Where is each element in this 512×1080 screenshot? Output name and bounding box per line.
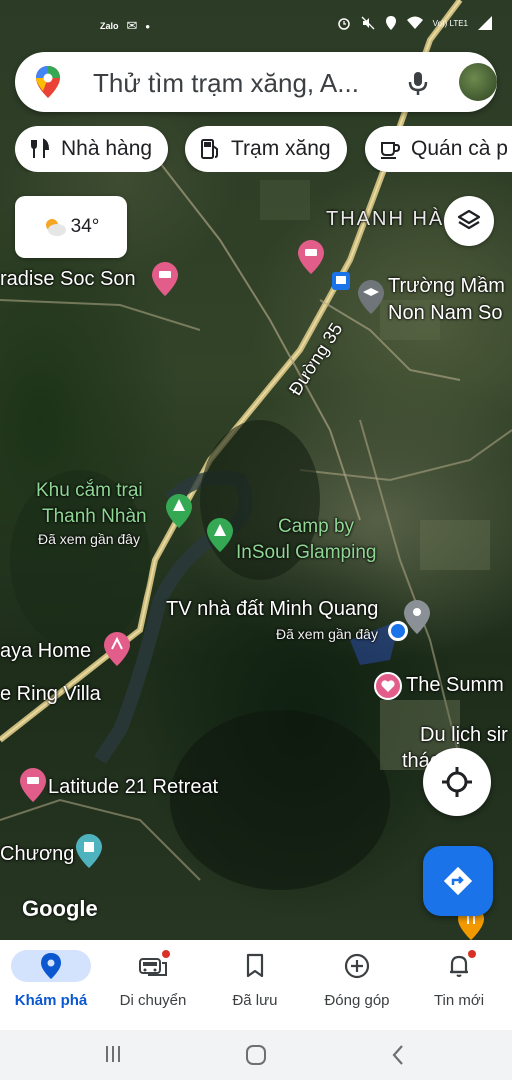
tab-updates[interactable]: Tin mới [408, 940, 510, 1030]
alarm-icon [337, 18, 350, 30]
avatar[interactable] [459, 63, 497, 101]
zalo-icon: Zalo [100, 21, 119, 31]
map-label-thanh-ha[interactable]: THANH HÀ [326, 208, 444, 231]
notification-badge [162, 950, 170, 958]
crosshair-icon [442, 767, 472, 797]
weather-temp: 34° [70, 216, 100, 237]
map-label-recently-viewed-tv: Đã xem gần đây [276, 626, 378, 642]
bus-stop-icon[interactable] [332, 272, 350, 290]
layers-icon [457, 209, 481, 230]
search-bar[interactable]: Thử tìm trạm xăng, A... [15, 52, 497, 112]
map-label-chuong[interactable]: Chương [0, 843, 74, 866]
explore-pin-icon [11, 950, 91, 982]
hotel-marker-icon[interactable] [20, 768, 46, 802]
gas-station-icon [201, 139, 218, 159]
messenger-icon: ✉ [126, 18, 138, 33]
map-label-camp-by[interactable]: Camp by [278, 516, 354, 538]
tab-commute[interactable]: Di chuyển [102, 940, 204, 1030]
signal-icon [478, 16, 492, 30]
location-icon [385, 16, 396, 30]
partly-cloudy-icon [45, 219, 66, 236]
tab-saved[interactable]: Đã lưu [204, 940, 306, 1030]
map-label-the-summit[interactable]: The Summ [406, 674, 504, 697]
map-label-tv-nha-dat-minh-quang[interactable]: TV nhà đất Minh Quang [166, 598, 378, 621]
chip-label: Trạm xăng [231, 137, 331, 160]
hospital-marker-icon[interactable] [76, 834, 102, 868]
chip-coffee[interactable]: Quán cà p [365, 126, 512, 172]
heart-marker-icon[interactable] [374, 672, 402, 700]
commute-car-icon [128, 950, 178, 982]
network-label: Vo)) LTE1 [432, 18, 468, 28]
recent-apps-icon[interactable] [104, 1044, 122, 1064]
tab-label: Khám phá [14, 992, 88, 1009]
add-circle-icon [332, 950, 382, 982]
directions-button[interactable] [423, 846, 493, 916]
google-logo: Google [22, 896, 98, 921]
wifi-icon [406, 16, 423, 29]
fork-knife-icon [31, 138, 50, 158]
map-label-khu-cam-trai[interactable]: Khu cắm trại [36, 480, 143, 502]
back-icon[interactable] [390, 1044, 406, 1066]
campground-marker-icon[interactable] [166, 494, 192, 528]
google-maps-pin-icon [36, 66, 60, 98]
notification-badge [468, 950, 476, 958]
weather-badge[interactable]: 34° [15, 196, 127, 258]
tab-explore[interactable]: Khám phá [0, 940, 102, 1030]
system-navigation-bar [0, 1030, 512, 1080]
coffee-cup-icon [381, 142, 401, 159]
tab-label: Đóng góp [324, 992, 390, 1009]
map-label-insoul-glamping[interactable]: InSoul Glamping [236, 542, 376, 564]
tab-label: Tin mới [433, 992, 485, 1009]
map-label-du-lich-sinh-thai[interactable]: Du lịch sir [420, 724, 508, 747]
chip-restaurants[interactable]: Nhà hàng [15, 126, 169, 172]
campground-marker-icon[interactable] [207, 518, 233, 552]
map-label-latitude-21-retreat[interactable]: Latitude 21 Retreat [48, 776, 218, 799]
map-label-truong-mam-non[interactable]: Trường Mầm [388, 275, 505, 298]
layers-button[interactable] [444, 196, 494, 246]
map-label-aya-home[interactable]: aya Home [0, 640, 91, 663]
school-marker-icon[interactable] [358, 280, 384, 314]
hotel-marker-icon[interactable] [298, 240, 324, 274]
map-label-thanh-nhan[interactable]: Thanh Nhàn [42, 506, 147, 528]
map-label-recently-viewed-camp: Đã xem gần đây [38, 531, 140, 547]
my-location-button[interactable] [423, 748, 491, 816]
map-label-paradise-soc-son[interactable]: radise Soc Son [0, 268, 136, 291]
tab-label: Di chuyển [119, 992, 187, 1009]
microphone-icon[interactable] [403, 68, 433, 98]
bookmark-icon [230, 950, 280, 982]
category-chips: Nhà hàng Trạm xăng Quán cà p [15, 126, 512, 172]
chip-gas-stations[interactable]: Trạm xăng [185, 126, 347, 172]
status-bar: Zalo ✉ • Vo)) LTE1 [0, 0, 512, 48]
home-icon[interactable] [245, 1044, 267, 1066]
map-label-ring-villa[interactable]: e Ring Villa [0, 683, 101, 706]
tab-label: Đã lưu [232, 992, 278, 1009]
map-label-non-nam-son[interactable]: Non Nam So [388, 302, 503, 325]
hotel-marker-icon[interactable] [152, 262, 178, 296]
bell-icon [434, 950, 484, 982]
chip-label: Quán cà p [411, 137, 508, 160]
chip-label: Nhà hàng [61, 137, 153, 160]
mute-icon [361, 16, 375, 30]
tab-contribute[interactable]: Đóng góp [306, 940, 408, 1030]
current-location-dot [388, 621, 408, 641]
dot-icon: • [145, 18, 150, 34]
hiking-marker-icon[interactable] [104, 632, 130, 666]
search-input[interactable]: Thử tìm trạm xăng, A... [93, 68, 393, 99]
bottom-navigation: Khám phá Di chuyển Đã lưu Đóng góp Tin m… [0, 940, 512, 1030]
directions-arrow-icon [443, 866, 473, 896]
